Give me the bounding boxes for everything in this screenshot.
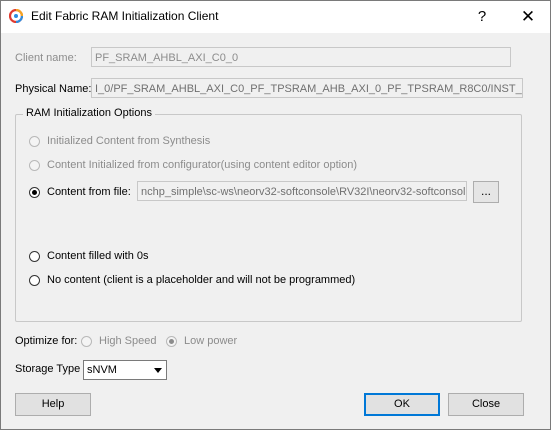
close-button[interactable]: Close <box>448 393 524 416</box>
content-file-path-field[interactable]: nchp_simple\sc-ws\neorv32-softconsole\RV… <box>137 181 467 201</box>
ram-initialization-group-title: RAM Initialization Options <box>23 107 155 119</box>
radio-label: High Speed <box>99 335 157 347</box>
radio-content-filled-zeros[interactable]: Content filled with 0s <box>29 250 149 262</box>
storage-type-label: Storage Type <box>15 363 81 375</box>
radio-optimize-high-speed[interactable]: High Speed <box>81 335 157 347</box>
ok-button[interactable]: OK <box>364 393 440 416</box>
radio-button[interactable] <box>29 274 40 286</box>
radio-button[interactable] <box>29 186 40 198</box>
help-question-button[interactable]: ? <box>460 1 504 33</box>
radio-label: Content from file: <box>47 186 131 198</box>
radio-button[interactable] <box>29 135 40 147</box>
physical-name-label: Physical Name: <box>15 83 92 95</box>
radio-optimize-low-power[interactable]: Low power <box>166 335 237 347</box>
radio-button[interactable] <box>29 250 40 262</box>
chevron-down-icon[interactable] <box>154 368 162 373</box>
radio-label: Content filled with 0s <box>47 250 149 262</box>
radio-initialized-from-synthesis[interactable]: Initialized Content from Synthesis <box>29 135 210 147</box>
help-button[interactable]: Help <box>15 393 91 416</box>
physical-name-field: I_0/PF_SRAM_AHBL_AXI_C0_PF_TPSRAM_AHB_AX… <box>91 78 523 98</box>
radio-label: Initialized Content from Synthesis <box>47 135 211 147</box>
optimize-for-label: Optimize for: <box>15 335 78 347</box>
storage-type-select[interactable]: sNVM <box>83 360 167 380</box>
radio-initialized-from-configurator[interactable]: Content Initialized from configurator(us… <box>29 159 357 171</box>
client-name-label: Client name: <box>15 52 77 64</box>
title-bar[interactable]: Edit Fabric RAM Initialization Client ? … <box>1 1 550 33</box>
browse-file-button[interactable]: ... <box>473 181 499 203</box>
radio-button[interactable] <box>29 159 40 171</box>
window-close-button[interactable]: ✕ <box>506 1 550 33</box>
radio-label: No content (client is a placeholder and … <box>47 274 356 286</box>
radio-button[interactable] <box>81 335 92 347</box>
microchip-libero-icon <box>9 9 23 23</box>
client-name-field: PF_SRAM_AHBL_AXI_C0_0 <box>91 47 511 67</box>
radio-label: Content Initialized from configurator(us… <box>47 159 358 171</box>
storage-type-value: sNVM <box>87 364 117 376</box>
radio-label: Low power <box>184 335 238 347</box>
dialog-window: Edit Fabric RAM Initialization Client ? … <box>0 0 551 430</box>
radio-no-content[interactable]: No content (client is a placeholder and … <box>29 274 355 286</box>
radio-content-from-file[interactable]: Content from file: <box>29 186 131 198</box>
window-title: Edit Fabric RAM Initialization Client <box>31 9 219 23</box>
radio-button[interactable] <box>166 335 177 347</box>
